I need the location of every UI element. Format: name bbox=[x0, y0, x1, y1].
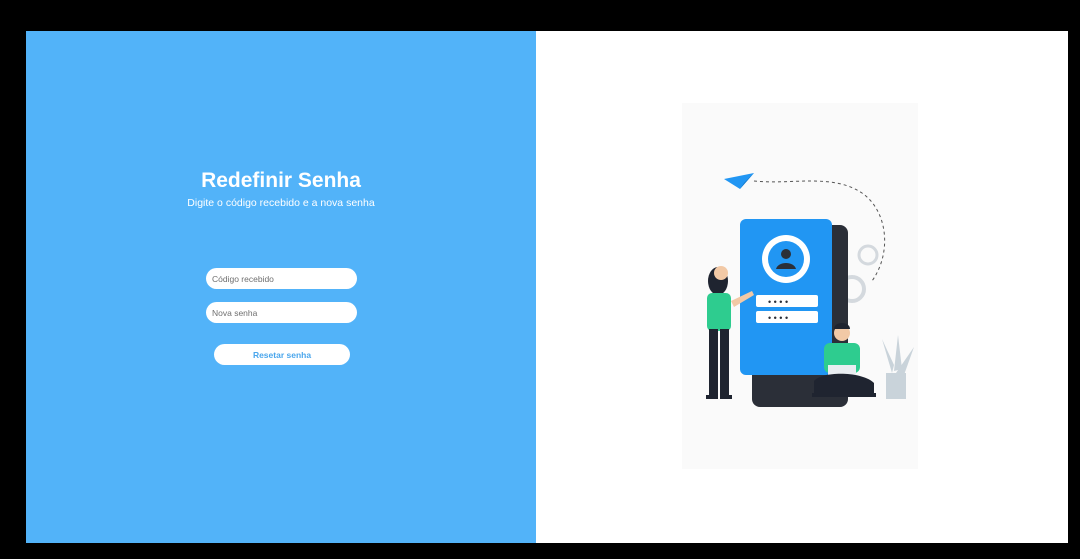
new-password-input[interactable] bbox=[206, 302, 357, 323]
page-subtitle: Digite o código recebido e a nova senha bbox=[187, 197, 375, 209]
reset-panel: Redefinir Senha Digite o código recebido… bbox=[26, 31, 536, 543]
page-frame: Redefinir Senha Digite o código recebido… bbox=[26, 31, 1068, 543]
password-mask-2: • • • • bbox=[768, 313, 788, 323]
code-input[interactable] bbox=[206, 268, 357, 289]
page-title: Redefinir Senha bbox=[201, 169, 361, 192]
illustration-panel: • • • • • • • • bbox=[536, 31, 1068, 543]
password-mask-1: • • • • bbox=[768, 297, 788, 307]
login-illustration: • • • • • • • • bbox=[682, 103, 918, 469]
reset-password-button[interactable]: Resetar senha bbox=[214, 344, 350, 365]
